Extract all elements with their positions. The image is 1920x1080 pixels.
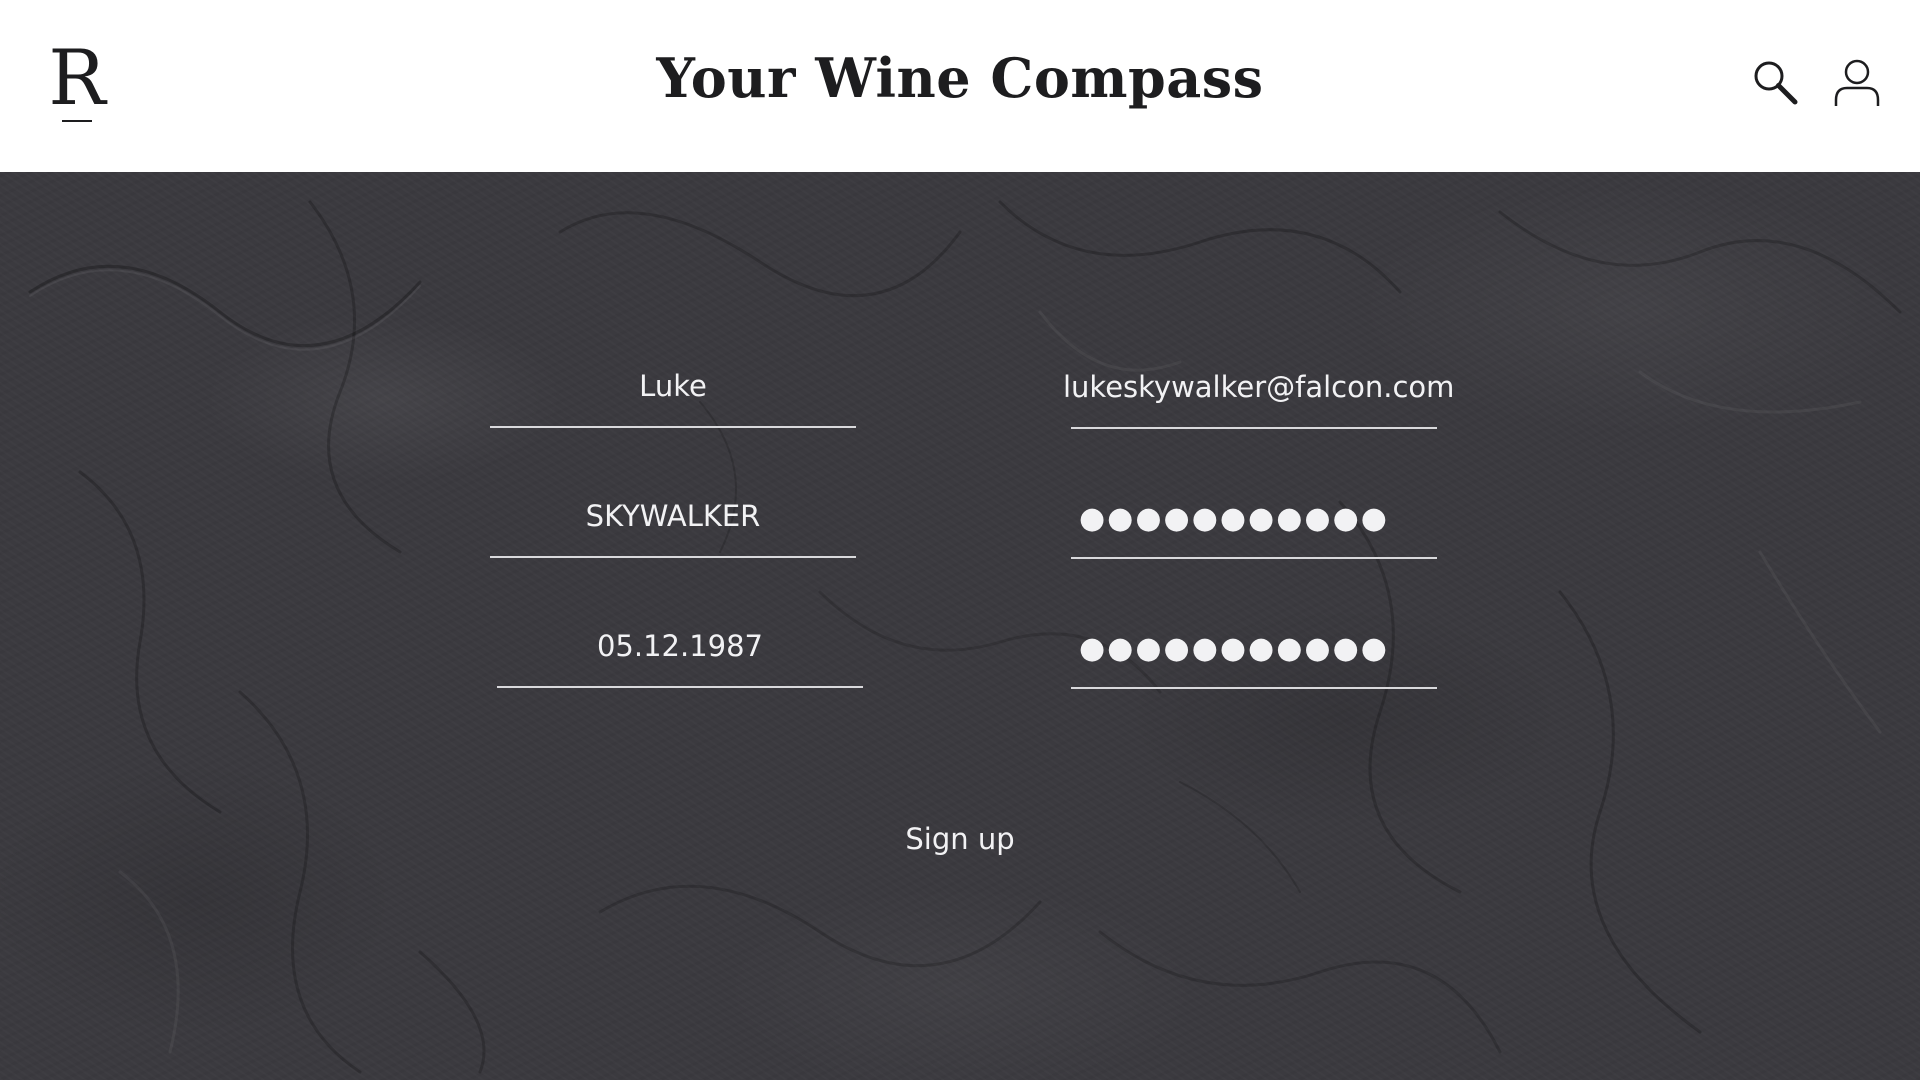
top-header: R Your Wine Compass <box>0 0 1920 172</box>
email-value: lukeskywalker@falcon.com <box>1063 370 1455 404</box>
logo-underline <box>62 120 92 122</box>
confirm-password-field[interactable]: ●●●●●●●●●●● <box>1071 607 1437 689</box>
password-value: ●●●●●●●●●●● <box>1079 501 1389 536</box>
signup-panel: Luke SKYWALKER 05.12.1987 lukeskywalker@… <box>0 172 1920 1080</box>
search-icon <box>1754 61 1798 105</box>
birthdate-value: 05.12.1987 <box>596 629 764 663</box>
first-name-value: Luke <box>639 369 707 403</box>
user-icon <box>1834 59 1880 106</box>
first-name-field[interactable]: Luke <box>490 346 856 428</box>
last-name-field[interactable]: SKYWALKER <box>490 476 856 558</box>
email-field[interactable]: lukeskywalker@falcon.com <box>1063 347 1454 429</box>
account-button[interactable] <box>1829 56 1885 112</box>
page-title: Your Wine Compass <box>656 46 1264 110</box>
sign-up-button[interactable]: Sign up <box>860 812 1060 866</box>
password-field[interactable]: ●●●●●●●●●●● <box>1071 477 1437 559</box>
confirm-password-value: ●●●●●●●●●●● <box>1079 631 1389 666</box>
plaster-texture-background <box>28 200 1902 1074</box>
last-name-value: SKYWALKER <box>585 499 761 533</box>
search-button[interactable] <box>1749 56 1805 112</box>
birthdate-field[interactable]: 05.12.1987 <box>497 606 863 688</box>
